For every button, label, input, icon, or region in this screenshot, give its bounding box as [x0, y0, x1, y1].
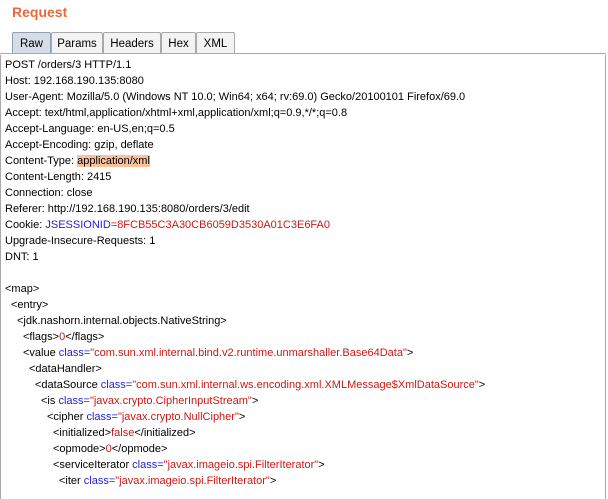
cookie-key: JSESSIONID — [45, 219, 111, 231]
xml-si-end: > — [318, 459, 325, 471]
xml-si-class: "javax.imageio.spi.FilterIterator" — [163, 459, 319, 471]
xml-native-string: <jdk.nashorn.internal.objects.NativeStri… — [17, 315, 227, 327]
xml-iter-open: <iter — [59, 475, 84, 487]
xml-initialized: <initialized>false</initialized> — [53, 425, 196, 441]
xml-value-open: <value — [23, 347, 59, 359]
tab-raw[interactable]: Raw — [12, 32, 51, 53]
panel-title: Request — [12, 4, 68, 20]
user-agent-header: User-Agent: Mozilla/5.0 (Windows NT 10.0… — [5, 91, 466, 103]
xml-service-iterator: <serviceIterator class="javax.imageio.sp… — [53, 457, 325, 473]
content-type-name: Content-Type: — [5, 155, 78, 167]
xml-is-end: > — [251, 395, 259, 407]
xml-opmode: <opmode>0</opmode> — [53, 441, 167, 457]
cookie-header: Cookie: JSESSIONID=8FCB55C3A30CB6059D353… — [5, 217, 330, 233]
xml-init-open: <initialized> — [53, 427, 112, 439]
xml-opmode-close: </opmode> — [111, 443, 168, 455]
xml-is-open: <is — [41, 395, 59, 407]
tab-params[interactable]: Params — [51, 32, 103, 53]
raw-request-editor[interactable]: POST /orders/3 HTTP/1.1 Host: 192.168.19… — [0, 55, 606, 499]
xml-cipher-open: <cipher — [47, 411, 87, 423]
xml-init-close: </initialized> — [134, 427, 196, 439]
upgrade-header: Upgrade-Insecure-Requests: 1 — [5, 235, 156, 247]
xml-entry-open: <entry> — [11, 299, 49, 311]
xml-is-attr: class= — [58, 395, 90, 407]
xml-opmode-open: <opmode> — [53, 443, 106, 455]
xml-ds-class: "com.sun.xml.internal.ws.encoding.xml.XM… — [132, 379, 479, 391]
xml-is: <is class="javax.crypto.CipherInputStrea… — [41, 393, 258, 409]
xml-cipher-attr: class= — [86, 411, 118, 423]
tab-bar: Raw Params Headers Hex XML — [0, 29, 608, 54]
tab-headers[interactable]: Headers — [103, 32, 161, 53]
xml-value: <value class="com.sun.xml.internal.bind.… — [23, 345, 413, 361]
cookie-value: =8FCB55C3A30CB6059D3530A01C3E6FA0 — [110, 219, 330, 231]
xml-map-open: <map> — [5, 283, 40, 295]
xml-init-value: false — [111, 427, 135, 439]
accept-encoding-header: Accept-Encoding: gzip, deflate — [5, 139, 154, 151]
xml-flags: <flags>0</flags> — [23, 329, 104, 345]
xml-si-open: <serviceIterator — [53, 459, 133, 471]
content-type-value: application/xml — [77, 155, 150, 167]
accept-header: Accept: text/html,application/xhtml+xml,… — [5, 107, 348, 119]
xml-iter-end: > — [269, 475, 277, 487]
xml-is-class: "javax.crypto.CipherInputStream" — [89, 395, 252, 407]
dnt-header: DNT: 1 — [5, 251, 39, 263]
xml-flags-open: <flags> — [23, 331, 60, 343]
xml-value-class: "com.sun.xml.internal.bind.v2.runtime.un… — [90, 347, 407, 359]
host-header: Host: 192.168.190.135:8080 — [5, 75, 144, 87]
tab-xml[interactable]: XML — [196, 32, 235, 53]
xml-si-attr: class= — [132, 459, 164, 471]
xml-iter: <iter class="javax.imageio.spi.FilterIte… — [59, 473, 276, 489]
xml-data-source: <dataSource class="com.sun.xml.internal.… — [35, 377, 485, 393]
xml-iter-attr: class= — [83, 475, 116, 487]
content-length-header: Content-Length: 2415 — [5, 171, 112, 183]
xml-iter-class: "javax.imageio.spi.FilterIterator" — [115, 475, 270, 487]
xml-data-handler: <dataHandler> — [29, 363, 102, 375]
xml-cipher: <cipher class="javax.crypto.NullCipher"> — [47, 409, 245, 425]
xml-ds-end: > — [478, 379, 486, 391]
tab-divider — [0, 53, 606, 54]
xml-cipher-end: > — [238, 411, 246, 423]
request-line: POST /orders/3 HTTP/1.1 — [5, 59, 132, 71]
content-type-header: Content-Type: application/xml — [5, 153, 150, 169]
referer-header: Referer: http://192.168.190.135:8080/ord… — [5, 203, 250, 215]
xml-cipher-class: "javax.crypto.NullCipher" — [117, 411, 239, 423]
xml-value-end: > — [406, 347, 414, 359]
connection-header: Connection: close — [5, 187, 93, 199]
xml-ds-open: <dataSource — [35, 379, 101, 391]
xml-ds-attr: class= — [100, 379, 133, 391]
xml-flags-close: </flags> — [65, 331, 105, 343]
xml-value-attr: class= — [58, 347, 91, 359]
accept-language-header: Accept-Language: en-US,en;q=0.5 — [5, 123, 175, 135]
tab-hex[interactable]: Hex — [161, 32, 196, 53]
cookie-name: Cookie: — [5, 219, 46, 231]
